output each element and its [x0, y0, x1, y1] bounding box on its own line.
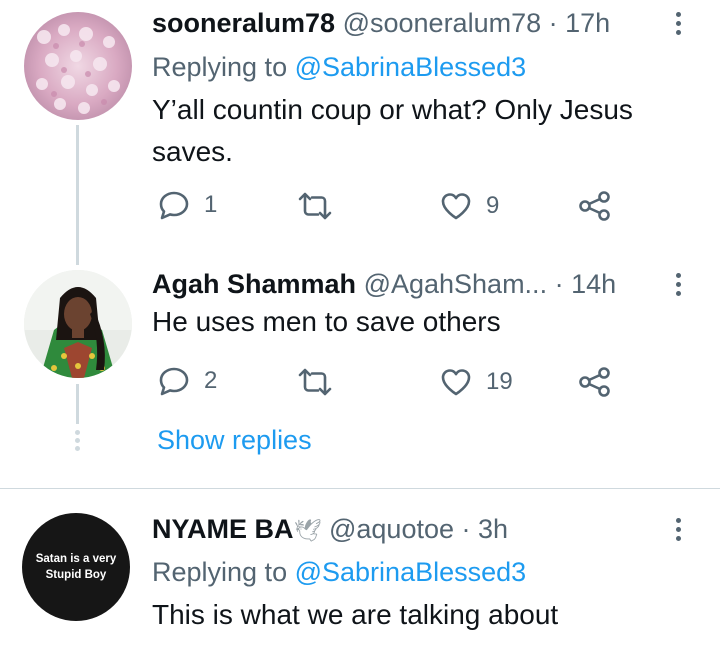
thread-continuation-dots	[75, 430, 80, 451]
mention-link[interactable]: @SabrinaBlessed3	[295, 557, 527, 587]
user-handle[interactable]: @AgahSham...	[364, 269, 548, 299]
display-name[interactable]: sooneralum78	[152, 8, 335, 38]
reply-icon	[159, 191, 189, 220]
avatar[interactable]	[24, 12, 132, 120]
divider	[0, 488, 720, 489]
timestamp[interactable]: · 3h	[462, 514, 509, 544]
replying-to-label: Replying to	[152, 52, 288, 82]
tweet-text: He uses men to save others	[152, 306, 501, 337]
more-options-icon[interactable]	[676, 12, 682, 35]
reply-button[interactable]: 2	[158, 366, 217, 396]
thread-line-lower	[76, 384, 79, 424]
user-handle[interactable]: @sooneralum78	[343, 8, 542, 38]
tweet-header: NYAME BA🕊 @aquotoe · 3h	[152, 513, 508, 547]
reply-button[interactable]: 1	[158, 190, 217, 220]
like-count: 9	[486, 192, 500, 219]
tweet-text: This is what we are talking about	[152, 599, 559, 630]
user-handle[interactable]: @aquotoe	[329, 514, 454, 544]
heart-icon	[441, 193, 471, 220]
share-icon	[579, 191, 610, 221]
avatar-text: Satan is a very Stupid Boy	[35, 553, 117, 581]
heart-icon	[441, 369, 471, 396]
replying-to: Replying to @SabrinaBlessed3	[152, 556, 526, 588]
like-button[interactable]: 19	[440, 368, 513, 396]
display-name[interactable]: Agah Shammah	[152, 269, 356, 299]
retweet-button[interactable]	[298, 368, 332, 396]
more-options-icon[interactable]	[676, 273, 682, 296]
avatar[interactable]: Satan is a very Stupid Boy	[22, 513, 130, 621]
retweet-icon	[298, 368, 332, 396]
replying-to-label: Replying to	[152, 557, 288, 587]
mention-link[interactable]: @SabrinaBlessed3	[295, 52, 527, 82]
profile-photo-avatar-image	[24, 270, 132, 378]
timestamp[interactable]: · 14h	[555, 269, 617, 299]
reply-count: 2	[204, 367, 218, 394]
share-button[interactable]	[578, 191, 612, 221]
reply-count: 1	[204, 191, 218, 218]
tweet-header: sooneralum78 @sooneralum78 · 17h	[152, 7, 610, 39]
hydrangea-avatar-image	[24, 12, 132, 120]
like-count: 19	[486, 368, 513, 395]
reply-icon	[159, 367, 189, 396]
share-icon	[579, 367, 610, 397]
timestamp[interactable]: · 17h	[549, 8, 611, 38]
retweet-button[interactable]	[298, 192, 332, 220]
dove-emoji-icon: 🕊	[293, 518, 322, 543]
display-name[interactable]: NYAME BA	[152, 514, 294, 544]
replying-to: Replying to @SabrinaBlessed3	[152, 51, 526, 83]
show-replies-link[interactable]: Show replies	[157, 425, 312, 456]
tweet-header: Agah Shammah @AgahSham... · 14h	[152, 268, 616, 300]
tweet-text: Y’all countin coup or what? Only Jesus s…	[152, 94, 633, 167]
thread-line	[76, 125, 79, 265]
avatar[interactable]	[24, 270, 132, 378]
share-button[interactable]	[578, 367, 612, 397]
more-options-icon[interactable]	[676, 518, 682, 541]
retweet-icon	[298, 192, 332, 220]
like-button[interactable]: 9	[440, 192, 499, 220]
